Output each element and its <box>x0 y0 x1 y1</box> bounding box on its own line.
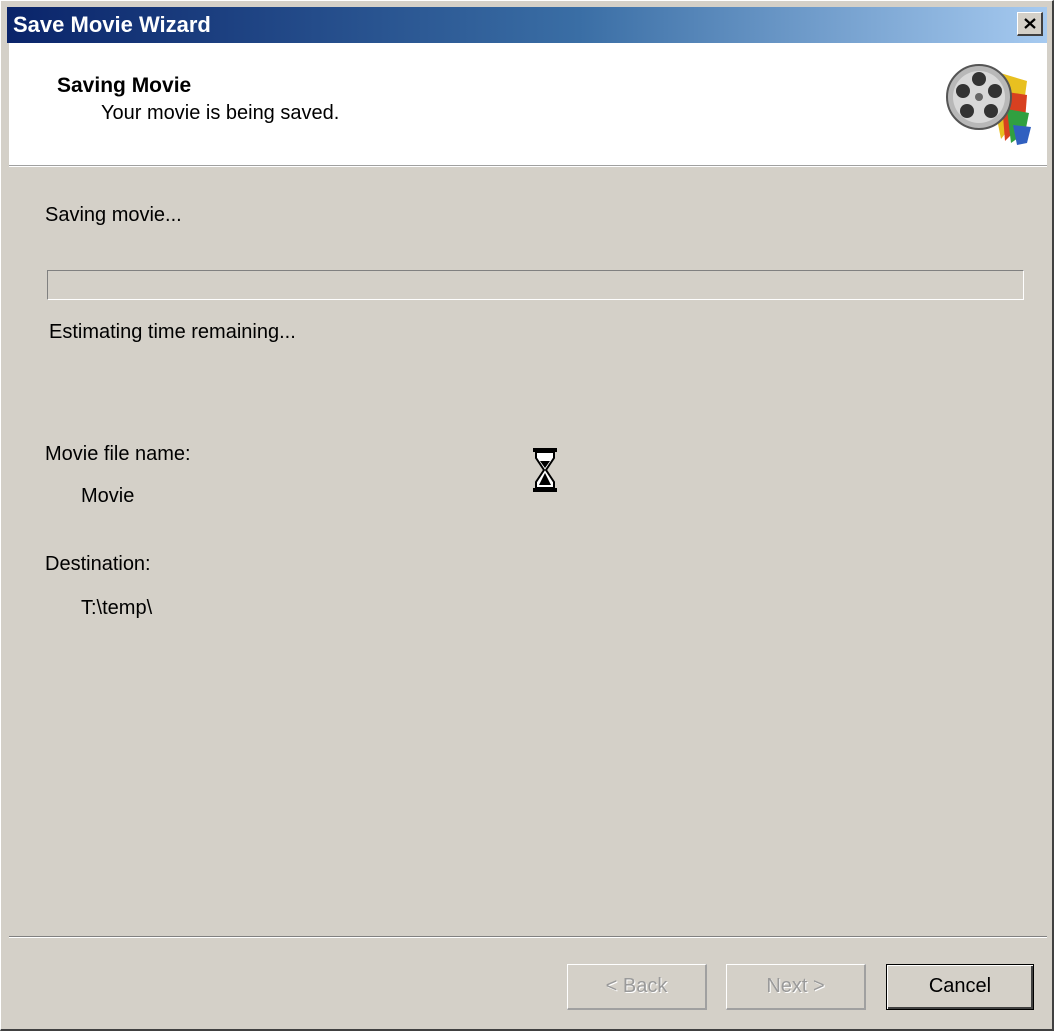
header-divider <box>9 166 1047 167</box>
time-remaining-label: Estimating time remaining... <box>49 321 296 343</box>
window-title: Save Movie Wizard <box>13 12 211 37</box>
destination-value: T:\temp\ <box>81 597 153 619</box>
saving-status-label: Saving movie... <box>45 204 182 226</box>
close-button[interactable] <box>1017 12 1043 36</box>
movie-file-name-label: Movie file name: <box>45 443 191 465</box>
footer-divider-highlight <box>9 937 1047 938</box>
destination-label: Destination: <box>45 553 151 575</box>
page-subtitle: Your movie is being saved. <box>101 102 340 124</box>
hourglass-icon <box>533 448 557 492</box>
film-reel-icon <box>946 64 1031 145</box>
wizard-header: Saving Movie Your movie is being saved. <box>9 43 1047 166</box>
back-button[interactable]: < Back <box>567 964 707 1010</box>
movie-file-name-value: Movie <box>81 485 135 507</box>
title-bar[interactable]: Save Movie Wizard <box>7 7 1047 43</box>
close-icon <box>1024 18 1036 29</box>
save-movie-wizard-window: Save Movie Wizard Saving Movie Your movi… <box>0 0 1054 1031</box>
next-button[interactable]: Next > <box>726 964 866 1010</box>
save-progress-bar <box>47 270 1024 300</box>
page-title: Saving Movie <box>57 74 192 97</box>
cancel-button[interactable]: Cancel <box>886 964 1034 1010</box>
